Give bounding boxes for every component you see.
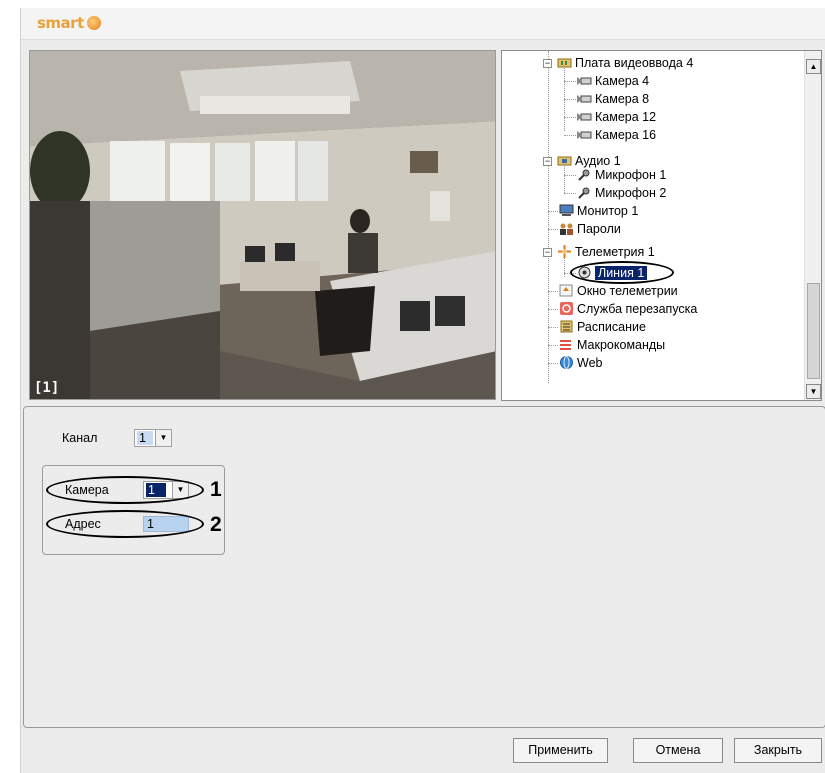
camera-icon <box>577 74 592 87</box>
tree-item-camera[interactable]: Камера 4 <box>577 72 649 90</box>
audio-board-icon <box>557 154 572 167</box>
monitor-icon <box>559 204 574 217</box>
highlight-oval <box>46 510 204 538</box>
users-icon <box>559 222 574 235</box>
tree-item-web[interactable]: Web <box>559 354 602 372</box>
object-tree[interactable]: − − − Плата видеоввода 4 Камера 4 Камера… <box>501 50 822 401</box>
apply-button[interactable]: Применить <box>513 738 608 763</box>
tree-item-camera[interactable]: Камера 12 <box>577 108 656 126</box>
restart-service-icon <box>559 302 574 315</box>
tree-item-restart-service[interactable]: Служба перезапуска <box>559 300 697 318</box>
callout-number: 1 <box>210 478 222 501</box>
tree-item-telemetry[interactable]: Телеметрия 1 <box>557 243 655 261</box>
highlight-oval <box>570 261 674 284</box>
capture-board-icon <box>557 56 572 69</box>
microphone-icon <box>577 168 592 181</box>
schedule-icon <box>559 320 574 333</box>
tree-item-capture-board[interactable]: Плата видеоввода 4 <box>557 54 693 72</box>
tree-item-telemetry-window[interactable]: Окно телеметрии <box>559 282 678 300</box>
channel-value: 1 <box>137 431 153 445</box>
settings-panel: Канал 1 ▼ Камера 1 ▼ 1 Адрес 1 2 <box>23 406 825 728</box>
tree-item-microphone[interactable]: Микрофон 2 <box>577 184 666 202</box>
video-preview[interactable]: [1] <box>29 50 496 400</box>
video-channel-label: [1] <box>34 380 60 396</box>
camera-icon <box>577 92 592 105</box>
tree-item-monitor[interactable]: Монитор 1 <box>559 202 638 220</box>
chevron-down-icon[interactable]: ▼ <box>155 430 171 446</box>
camera-frame-image <box>30 51 495 399</box>
camera-groupbox: Камера 1 ▼ 1 Адрес 1 2 <box>42 465 225 555</box>
channel-select[interactable]: 1 ▼ <box>134 429 172 447</box>
tree-item-macro[interactable]: Макрокоманды <box>559 336 665 354</box>
tree-item-camera[interactable]: Камера 16 <box>577 126 656 144</box>
tree-item-schedule[interactable]: Расписание <box>559 318 646 336</box>
settings-window: smart [1] − − − Плата видеоввода 4 Камер… <box>20 8 825 773</box>
tree-scrollbar[interactable]: ▲ ▼ <box>804 51 821 400</box>
callout-number: 2 <box>210 513 222 536</box>
logo-text: smart <box>37 14 84 32</box>
camera-icon <box>577 128 592 141</box>
collapse-icon[interactable]: − <box>543 59 552 68</box>
web-icon <box>559 356 574 369</box>
collapse-icon[interactable]: − <box>543 248 552 257</box>
scroll-down-icon[interactable]: ▼ <box>806 384 821 399</box>
telemetry-window-icon <box>559 284 574 297</box>
tree-item-passwords[interactable]: Пароли <box>559 220 621 238</box>
tree-item-camera[interactable]: Камера 8 <box>577 90 649 108</box>
logo-mark-icon <box>86 16 101 30</box>
scroll-thumb[interactable] <box>807 283 820 379</box>
title-bar: smart <box>21 8 825 40</box>
collapse-icon[interactable]: − <box>543 157 552 166</box>
microphone-icon <box>577 186 592 199</box>
camera-icon <box>577 110 592 123</box>
tree-item-microphone[interactable]: Микрофон 1 <box>577 166 666 184</box>
logo: smart <box>37 14 101 32</box>
cancel-button[interactable]: Отмена <box>633 738 723 763</box>
macro-icon <box>559 338 574 351</box>
scroll-up-icon[interactable]: ▲ <box>806 59 821 74</box>
highlight-oval <box>46 476 204 504</box>
close-button[interactable]: Закрыть <box>734 738 822 763</box>
tree-content: − − − Плата видеоввода 4 Камера 4 Камера… <box>502 51 804 400</box>
channel-label: Канал <box>62 431 98 445</box>
telemetry-icon <box>557 245 572 258</box>
